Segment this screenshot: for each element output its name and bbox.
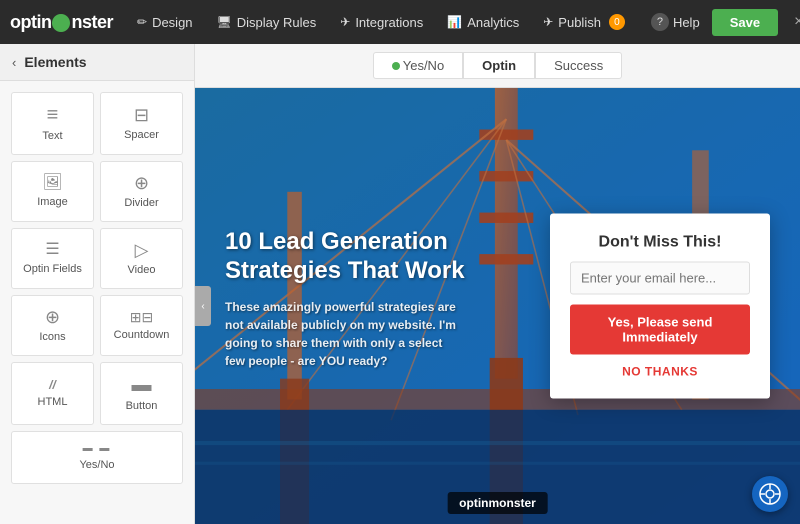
nav-help[interactable]: ? Help: [643, 7, 708, 37]
element-image-label: Image: [37, 196, 68, 208]
close-button[interactable]: ×: [786, 7, 800, 37]
publish-badge: 0: [609, 14, 625, 30]
element-html[interactable]: // HTML: [11, 362, 94, 425]
help-fab-button[interactable]: [752, 476, 788, 512]
logo-text2: nster: [71, 12, 113, 33]
nav-display-rules[interactable]: 🖥 Display Rules: [207, 9, 327, 36]
popup-no-thanks-button[interactable]: NO THANKS: [570, 365, 750, 379]
sidebar: ‹ Elements Text ⊟ Spacer 🖼 Image ⊕ Divid…: [0, 44, 195, 524]
footer-logo: optinmonster: [447, 492, 548, 514]
optin-fields-icon: ☰: [45, 242, 59, 258]
element-divider[interactable]: ⊕ Divider: [100, 161, 183, 222]
element-button[interactable]: ▬ Button: [100, 362, 183, 425]
element-countdown[interactable]: ⊞⊟ Countdown: [100, 295, 183, 356]
design-icon: ✏: [137, 15, 147, 29]
nav-integrations-label: Integrations: [355, 15, 423, 30]
tab-bar: Yes/No Optin Success: [195, 44, 800, 88]
tab-yesno-label: Yes/No: [403, 58, 444, 73]
element-divider-label: Divider: [124, 197, 158, 209]
nav-analytics-label: Analytics: [467, 15, 519, 30]
nav-display-rules-label: Display Rules: [237, 15, 316, 30]
element-html-label: HTML: [38, 396, 68, 408]
collapse-sidebar-button[interactable]: ‹: [195, 286, 211, 326]
headline-area: 10 Lead Generation Strategies That Work …: [225, 228, 465, 370]
element-text-label: Text: [42, 130, 62, 142]
nav-design-label: Design: [152, 15, 192, 30]
content-area: Yes/No Optin Success: [195, 44, 800, 524]
publish-icon: ✈: [543, 15, 553, 29]
nav-publish[interactable]: ✈ Publish 0: [533, 8, 635, 36]
preview-background: ‹ 10 Lead Generation Strategies That Wor…: [195, 88, 800, 524]
countdown-icon: ⊞⊟: [130, 310, 153, 324]
element-yesno[interactable]: ▬ ▬ Yes/No: [11, 431, 183, 484]
video-icon: ▷: [135, 241, 149, 259]
sidebar-back-button[interactable]: ‹: [12, 55, 16, 70]
preview-canvas: ‹ 10 Lead Generation Strategies That Wor…: [195, 88, 800, 524]
save-button[interactable]: Save: [712, 9, 778, 36]
popup-primary-button[interactable]: Yes, Please send Immediately: [570, 305, 750, 355]
elements-grid: Text ⊟ Spacer 🖼 Image ⊕ Divider ☰ Optin …: [0, 81, 194, 495]
tab-yesno-dot: [392, 62, 400, 70]
html-icon: //: [49, 379, 56, 391]
element-spacer-label: Spacer: [124, 129, 159, 141]
element-spacer[interactable]: ⊟ Spacer: [100, 92, 183, 155]
image-icon: 🖼: [42, 175, 62, 191]
icons-icon: ⊕: [45, 308, 60, 326]
text-icon: [47, 105, 59, 125]
element-text[interactable]: Text: [11, 92, 94, 155]
element-icons-label: Icons: [39, 331, 65, 343]
help-question-icon: ?: [651, 13, 669, 31]
element-video[interactable]: ▷ Video: [100, 228, 183, 289]
logo-monster-icon: [52, 14, 70, 32]
nav-integrations[interactable]: ✈ Integrations: [330, 9, 433, 36]
main-layout: ‹ Elements Text ⊟ Spacer 🖼 Image ⊕ Divid…: [0, 44, 800, 524]
display-rules-icon: 🖥: [217, 15, 232, 29]
analytics-icon: 📊: [447, 15, 462, 29]
popup-box: Don't Miss This! Yes, Please send Immedi…: [550, 214, 770, 399]
yesno-icon: ▬ ▬: [83, 444, 112, 454]
help-label: Help: [673, 15, 700, 30]
popup-title: Don't Miss This!: [570, 234, 750, 252]
top-nav: optin nster ✏ Design 🖥 Display Rules ✈ I…: [0, 0, 800, 44]
nav-analytics[interactable]: 📊 Analytics: [437, 9, 529, 36]
tab-yesno[interactable]: Yes/No: [373, 52, 463, 79]
tab-optin[interactable]: Optin: [463, 52, 535, 79]
sidebar-header: ‹ Elements: [0, 44, 194, 81]
element-button-label: Button: [126, 400, 158, 412]
nav-publish-label: Publish: [558, 15, 601, 30]
sidebar-title: Elements: [24, 54, 86, 70]
element-yesno-label: Yes/No: [79, 459, 114, 471]
logo: optin nster: [10, 12, 113, 33]
integrations-icon: ✈: [340, 15, 350, 29]
element-optin-fields[interactable]: ☰ Optin Fields: [11, 228, 94, 289]
spacer-icon: ⊟: [134, 106, 149, 124]
headline-text: 10 Lead Generation Strategies That Work: [225, 228, 465, 286]
element-image[interactable]: 🖼 Image: [11, 161, 94, 222]
element-icons[interactable]: ⊕ Icons: [11, 295, 94, 356]
divider-icon: ⊕: [134, 174, 149, 192]
element-countdown-label: Countdown: [114, 329, 170, 341]
element-optin-fields-label: Optin Fields: [23, 263, 82, 275]
logo-text: optin: [10, 12, 51, 33]
popup-email-input[interactable]: [570, 262, 750, 295]
tab-success[interactable]: Success: [535, 52, 622, 79]
nav-design[interactable]: ✏ Design: [127, 9, 203, 36]
element-video-label: Video: [128, 264, 156, 276]
subtext: These amazingly powerful strategies are …: [225, 298, 465, 370]
button-icon: ▬: [132, 375, 152, 395]
help-fab-icon: [759, 483, 781, 505]
